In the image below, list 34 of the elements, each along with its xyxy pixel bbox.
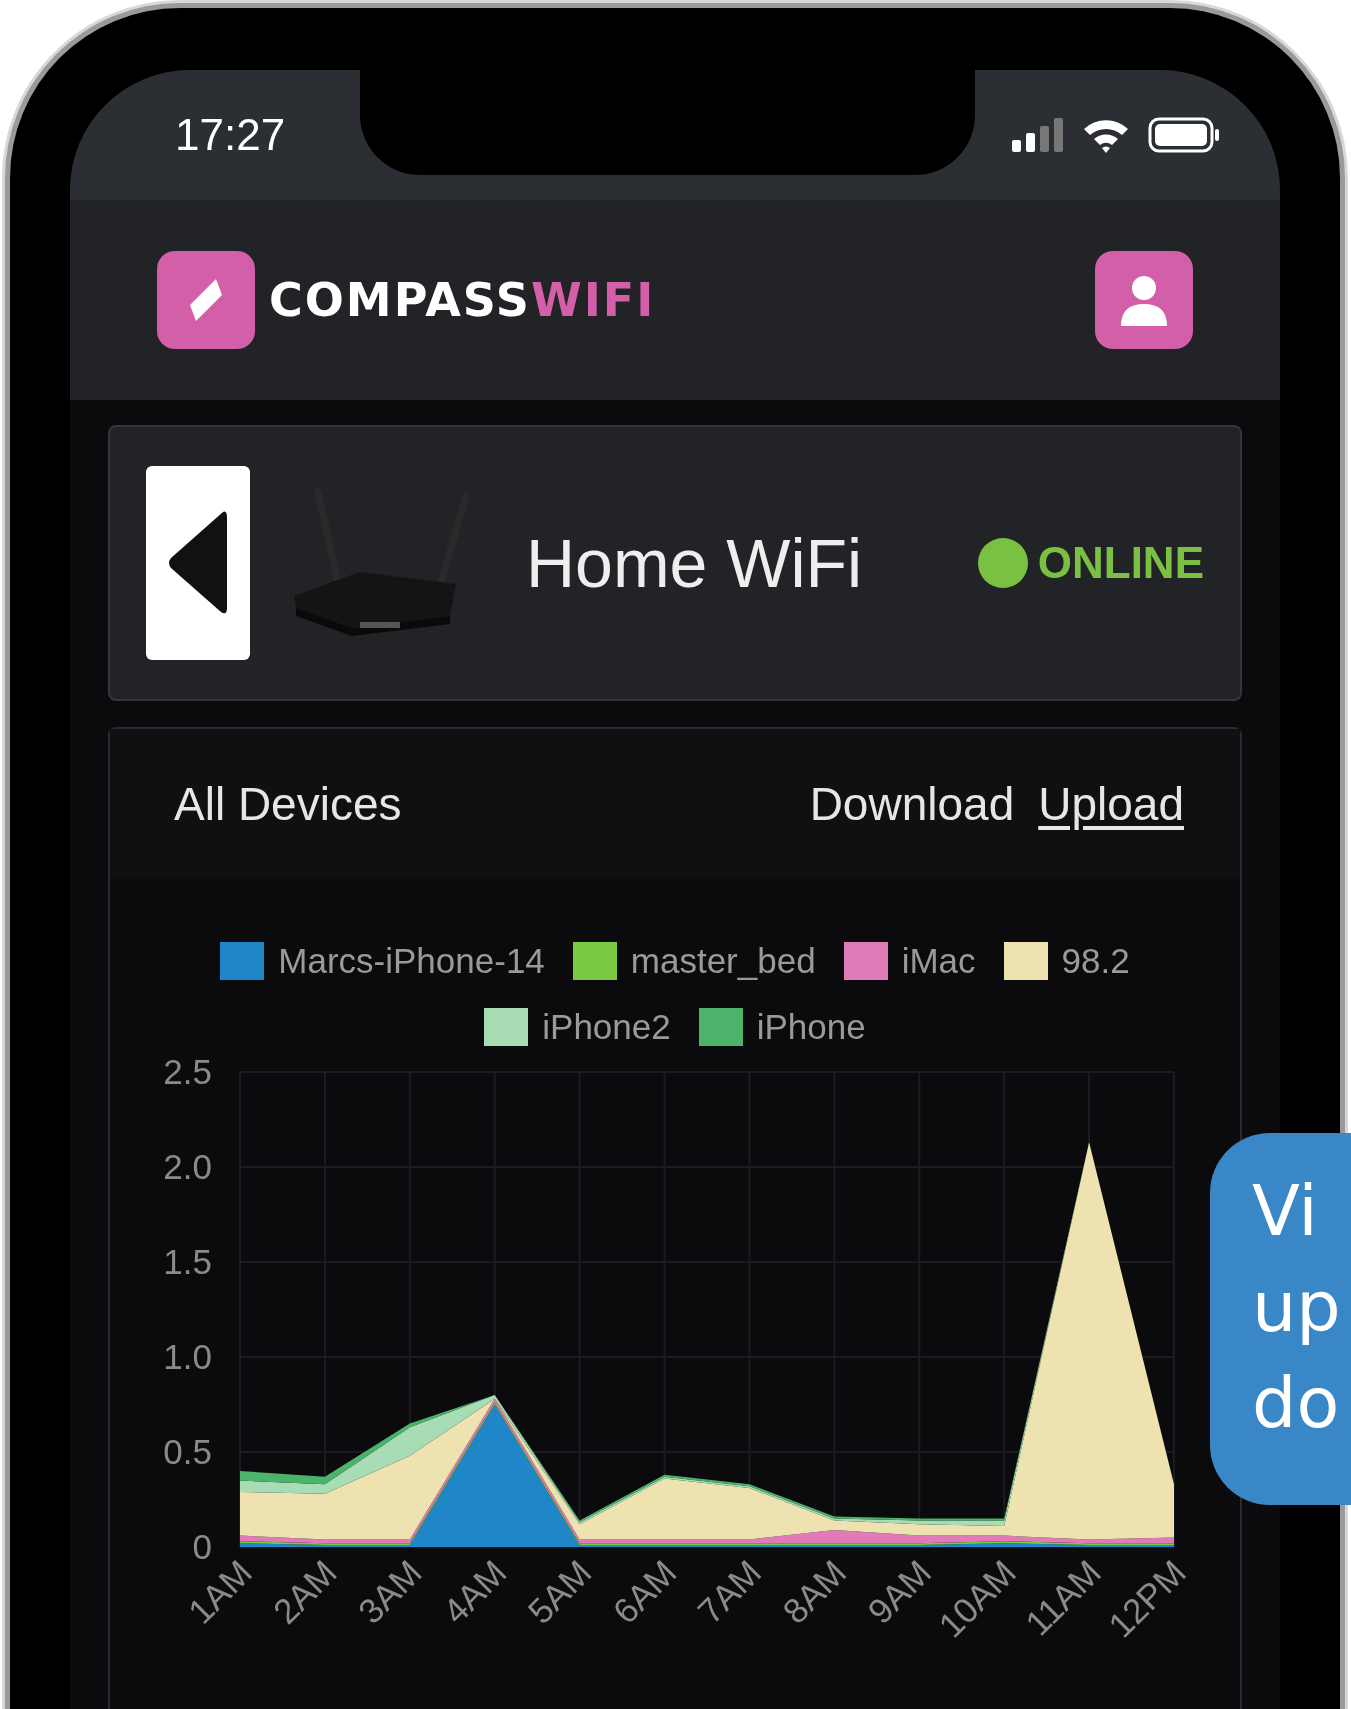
legend-swatch — [843, 942, 888, 980]
y-tick-label: 1.0 — [163, 1337, 212, 1376]
y-tick-label: 0 — [192, 1527, 212, 1566]
legend-swatch — [698, 1008, 743, 1046]
legend-label: master_bed — [630, 941, 816, 981]
battery-icon — [1148, 117, 1220, 153]
traffic-tab[interactable]: Upload — [1038, 777, 1184, 831]
legend-swatch — [220, 942, 265, 980]
person-icon — [1119, 274, 1169, 326]
signal-icon — [1012, 118, 1064, 152]
logo-text: COMPASSWIFI — [269, 273, 656, 327]
network-name: Home WiFi — [526, 524, 863, 602]
legend-label: 98.2 — [1061, 941, 1130, 981]
callout-text: Vi — [1252, 1169, 1319, 1254]
legend-label: Marcs-iPhone-14 — [278, 941, 545, 981]
legend-label: iPhone — [756, 1007, 866, 1047]
legend-swatch — [484, 1008, 529, 1046]
y-tick-label: 2.5 — [163, 1057, 212, 1091]
device-filter: All Devices — [174, 777, 402, 831]
wifi-icon — [1082, 117, 1130, 153]
legend-swatch — [572, 942, 617, 980]
callout-text: do — [1252, 1361, 1341, 1446]
y-tick-label: 0.5 — [163, 1432, 212, 1471]
back-button[interactable] — [146, 466, 250, 660]
y-tick-label: 2.0 — [163, 1147, 212, 1186]
status-time: 17:27 — [175, 110, 286, 160]
legend-label: iPhone2 — [542, 1007, 671, 1047]
y-tick-label: 1.5 — [163, 1242, 212, 1281]
callout-text: up — [1252, 1265, 1342, 1350]
profile-button[interactable] — [1095, 251, 1193, 349]
legend-swatch — [1003, 942, 1048, 980]
traffic-tab[interactable]: Download — [809, 777, 1015, 831]
legend-label: iMac — [901, 941, 976, 981]
status-text: ONLINE — [1037, 538, 1204, 588]
